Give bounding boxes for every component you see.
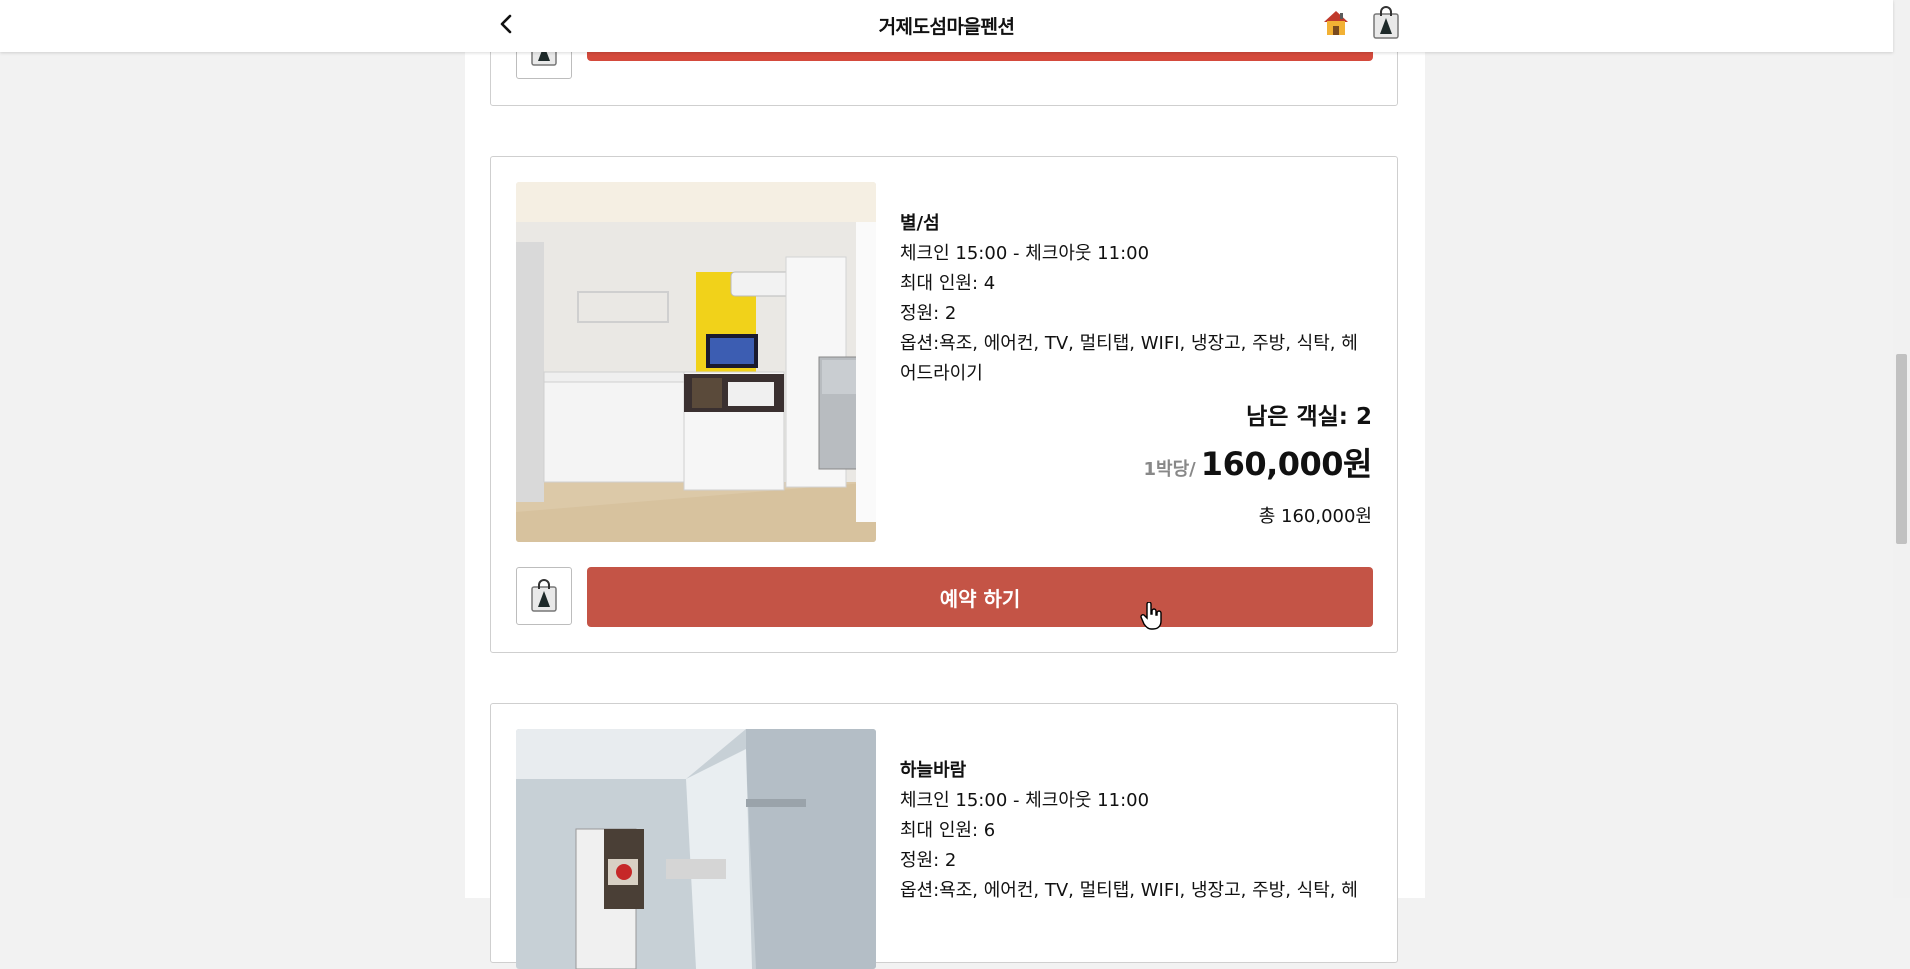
home-button[interactable] [1321,8,1351,38]
home-icon [1324,11,1348,35]
price: 160,000원 [1200,445,1373,483]
checkin-time: 체크인 15:00 - 체크아웃 11:00 [900,790,1150,811]
capacity: 정원: 2 [900,850,957,871]
room-card: 별/섬 체크인 15:00 - 체크아웃 11:00 최대 인원: 4 정원: … [490,156,1398,653]
room-card: 하늘바람 체크인 15:00 - 체크아웃 11:00 최대 인원: 6 정원:… [490,703,1398,969]
hand-cursor-icon [1140,602,1162,630]
room-photo[interactable] [516,182,876,542]
shopping-bag-icon [1373,6,1399,39]
page-title: 거제도섬마을펜션 [878,16,1015,38]
reserve-button[interactable]: 예약 하기 [587,567,1373,627]
checkin-time: 체크인 15:00 - 체크아웃 11:00 [900,243,1150,264]
room-name: 별/섬 [900,213,940,234]
max-people: 최대 인원: 6 [900,820,996,841]
shopping-bag-icon [531,579,557,612]
max-people: 최대 인원: 4 [900,273,996,294]
scrollbar-thumb[interactable] [1896,354,1907,544]
wishlist-button[interactable] [516,567,572,625]
room-info: 별/섬 체크인 15:00 - 체크아웃 11:00 최대 인원: 4 정원: … [900,209,1380,389]
per-night-label: 1박당/ [1143,459,1196,480]
options-line-1: 옵션:욕조, 에어컨, TV, 멀티탭, WIFI, 냉장고, 주방, 식탁, … [900,333,1358,354]
options-line-2: 어드라이기 [900,363,983,384]
total-price: 총 160,000원 [1258,506,1372,527]
room-info: 하늘바람 체크인 15:00 - 체크아웃 11:00 최대 인원: 6 정원:… [900,756,1380,906]
scrollbar[interactable] [1893,0,1910,898]
room-photo[interactable] [516,729,876,969]
room-name: 하늘바람 [900,760,967,781]
capacity: 정원: 2 [900,303,957,324]
cart-button[interactable] [1369,6,1403,40]
options-line-1: 옵션:욕조, 에어컨, TV, 멀티탭, WIFI, 냉장고, 주방, 식탁, … [900,880,1358,901]
price-row: 1박당/ 160,000원 [1143,439,1372,485]
top-header: 거제도섬마을펜션 [0,0,1893,52]
remaining-rooms: 남은 객실: 2 [1246,404,1372,430]
